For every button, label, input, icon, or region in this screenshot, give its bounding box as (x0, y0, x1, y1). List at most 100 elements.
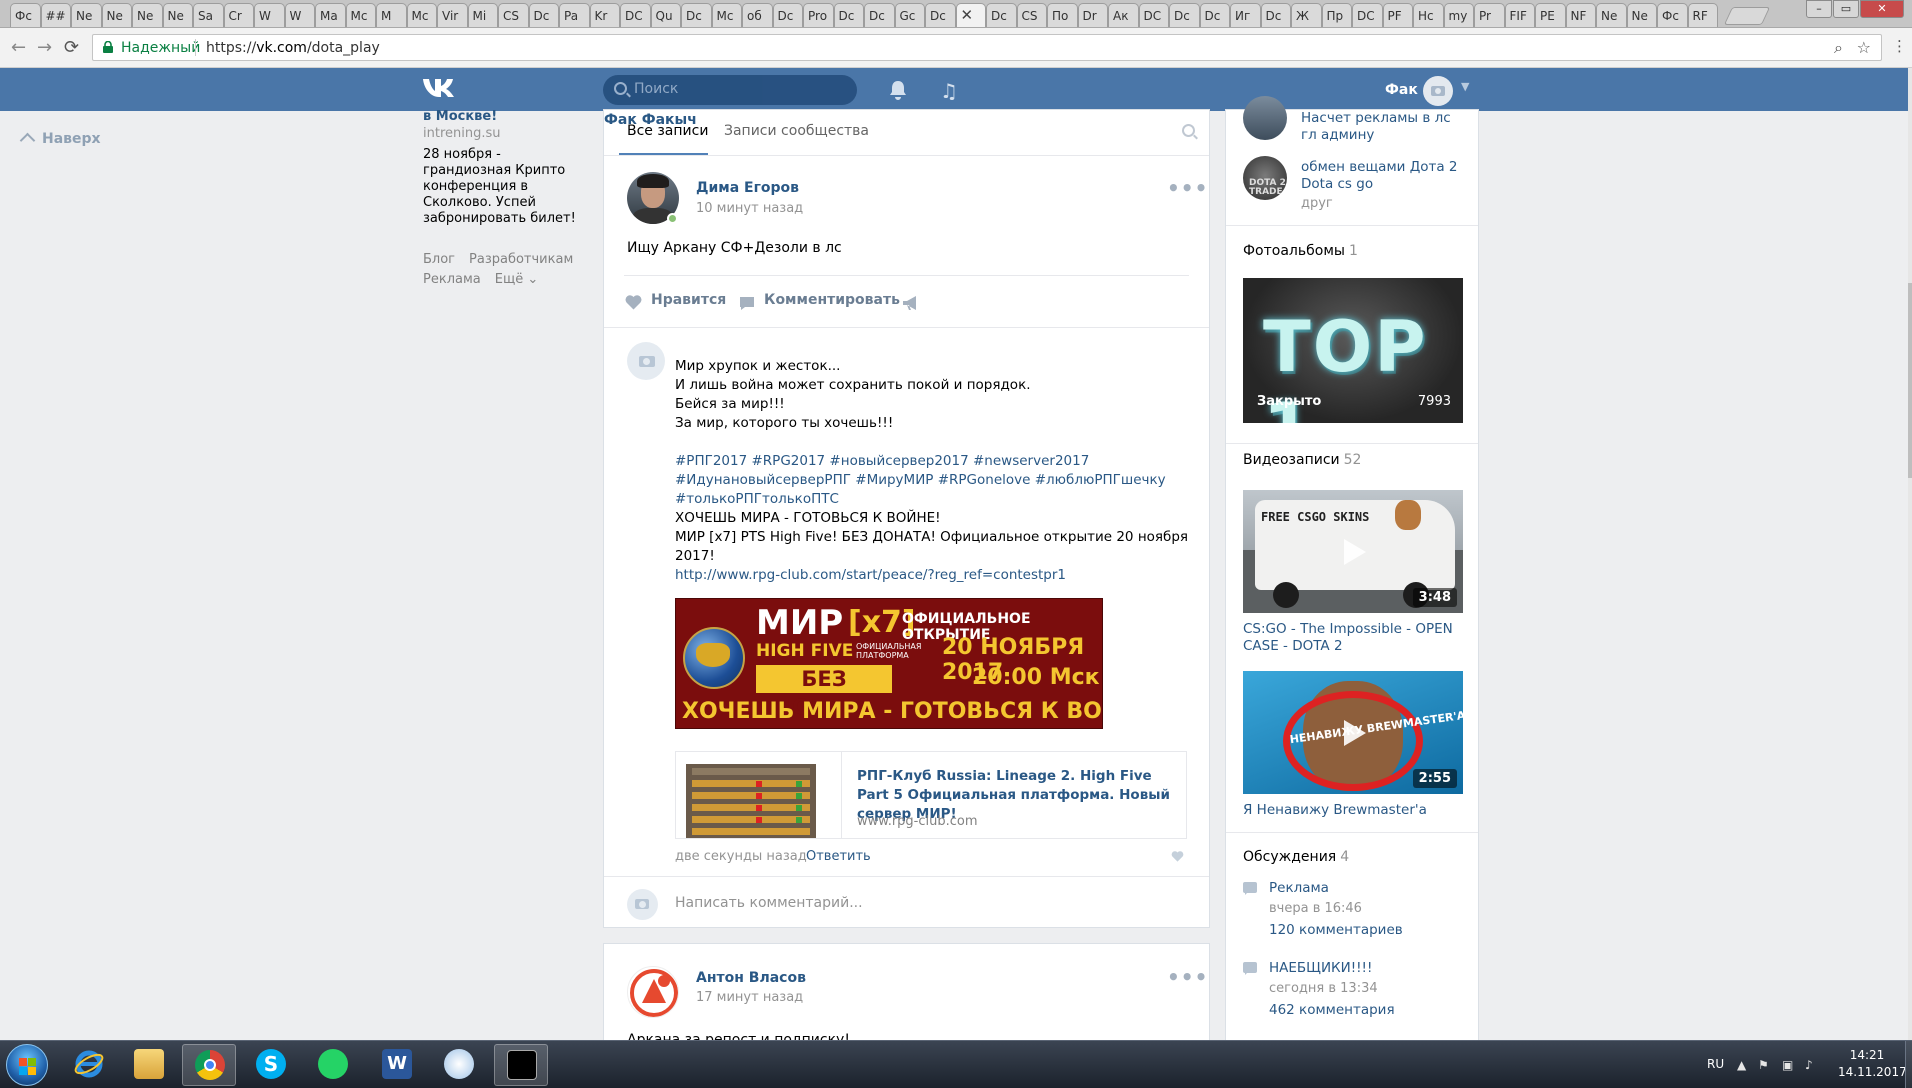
post-time[interactable]: 17 минут назад (696, 990, 803, 1005)
chevron-down-icon[interactable]: ▼ (1461, 80, 1469, 93)
cmd-button[interactable] (494, 1044, 548, 1086)
url-text[interactable]: https://vk.com/dota_play (206, 40, 380, 56)
scroll-to-top-button[interactable]: Наверх (19, 131, 101, 149)
browser-tab[interactable]: Hc (1413, 3, 1444, 27)
browser-tab[interactable]: ## (40, 3, 71, 27)
browser-tab[interactable]: RF (1687, 3, 1718, 27)
ad-title[interactable]: в Москве! (423, 109, 583, 125)
browser-tab[interactable]: Vir (437, 3, 468, 27)
post-author[interactable]: Антон Власов (696, 970, 806, 986)
browser-tab[interactable]: Dc (1169, 3, 1200, 27)
address-bar[interactable]: Надежный https://vk.com/dota_play ⌕ ☆ (92, 34, 1882, 61)
hashtag-line[interactable]: #толькоРПГтолькоПТС (675, 490, 1195, 509)
back-icon[interactable]: ← (11, 37, 26, 58)
browser-tab[interactable]: Dc (528, 3, 559, 27)
browser-tab[interactable]: Kr (589, 3, 620, 27)
browser-tab[interactable]: CS (498, 3, 529, 27)
browser-tab[interactable]: DC (1138, 3, 1169, 27)
vk-logo[interactable] (422, 76, 460, 100)
skype-button[interactable]: S (244, 1044, 298, 1086)
explorer-button[interactable] (122, 1044, 176, 1086)
tray-arrow-icon[interactable]: ▲ (1737, 1058, 1746, 1072)
browser-tab[interactable]: Dc (925, 3, 956, 27)
browser-tab[interactable]: Ак (1108, 3, 1139, 27)
browser-tab[interactable]: Dc (833, 3, 864, 27)
reload-icon[interactable]: ⟳ (64, 37, 79, 58)
whatsapp-button[interactable] (306, 1044, 360, 1086)
browser-tab[interactable]: Иг (1230, 3, 1261, 27)
hashtag-line[interactable]: #ИдунановыйсерверРПГ #МируМИР #RPGonelov… (675, 471, 1195, 490)
comment-button[interactable]: Комментировать (764, 292, 900, 308)
browser-tab[interactable]: W (254, 3, 285, 27)
show-desktop-button[interactable] (1905, 1041, 1912, 1088)
browser-tab[interactable]: Mi (467, 3, 498, 27)
menu-icon[interactable]: ⋮ (1892, 37, 1907, 55)
tab-community-posts[interactable]: Записи сообщества (724, 123, 869, 139)
comment-author-avatar[interactable] (627, 342, 665, 380)
browser-tab[interactable]: Фс (10, 3, 41, 27)
browser-tab[interactable]: Ne (101, 3, 132, 27)
browser-tab[interactable]: Dc (1199, 3, 1230, 27)
comment-time[interactable]: две секунды назад (675, 849, 807, 864)
flag-icon[interactable]: ⚑ (1758, 1058, 1769, 1072)
share-icon[interactable] (902, 295, 920, 311)
hashtag-line[interactable]: #РПГ2017 #RPG2017 #новыйсервер2017 #news… (675, 452, 1195, 471)
browser-tab[interactable]: Пр (1321, 3, 1352, 27)
bell-icon[interactable] (888, 80, 908, 100)
browser-tab[interactable]: Ne (71, 3, 102, 27)
browser-tab[interactable]: Gc (894, 3, 925, 27)
minimize-button[interactable]: – (1806, 0, 1832, 18)
video-thumbnail[interactable]: FREE CSGO SKINS 3:48 (1243, 490, 1463, 613)
albums-header[interactable]: Фотоальбомы 1 (1243, 243, 1358, 259)
browser-tab[interactable]: Mc (345, 3, 376, 27)
chrome-button[interactable] (182, 1044, 236, 1086)
browser-tab[interactable]: M (376, 3, 407, 27)
heart-icon[interactable] (625, 295, 642, 310)
browser-tab[interactable]: CS (1016, 3, 1047, 27)
browser-tab[interactable]: Pa (559, 3, 590, 27)
browser-tab[interactable]: Ne (1596, 3, 1627, 27)
link-preview-card[interactable]: РПГ-Клуб Russia: Lineage 2. High Five Pa… (675, 751, 1187, 839)
volume-icon[interactable]: ♪ (1805, 1058, 1813, 1072)
browser-tab[interactable]: Dc (772, 3, 803, 27)
browser-tab[interactable]: DC (620, 3, 651, 27)
comment-input[interactable]: Написать комментарий... (675, 895, 863, 911)
post-time[interactable]: 10 минут назад (696, 201, 803, 216)
discussion-comments[interactable]: 462 комментария (1269, 1002, 1395, 1019)
maximize-button[interactable]: ▭ (1833, 0, 1859, 18)
browser-tab[interactable]: Mc (711, 3, 742, 27)
browser-tab[interactable]: FIF (1504, 3, 1535, 27)
video-title[interactable]: CS:GO - The Impossible - OPEN CASE - DOT… (1243, 621, 1468, 655)
videos-header[interactable]: Видеозаписи 52 (1243, 452, 1361, 468)
browser-tab[interactable]: Ж (1291, 3, 1322, 27)
group-title[interactable]: обмен вещами Дота 2 Dota cs go (1301, 159, 1466, 193)
comment-icon[interactable] (739, 296, 755, 311)
video-title[interactable]: Я Ненавижу Brewmaster'a (1243, 802, 1468, 819)
avatar[interactable] (1423, 76, 1453, 106)
paint-button[interactable] (432, 1044, 486, 1086)
browser-tab[interactable]: W (284, 3, 315, 27)
new-tab-button[interactable] (1723, 7, 1771, 25)
browser-tab[interactable]: об (742, 3, 773, 27)
browser-tab[interactable]: Pr (1474, 3, 1505, 27)
footer-link-ads[interactable]: Реклама (423, 272, 481, 287)
word-button[interactable]: W (370, 1044, 424, 1086)
browser-tab[interactable]: Ne (1626, 3, 1657, 27)
footer-link-blog[interactable]: Блог (423, 252, 455, 267)
scroll-thumb[interactable] (1908, 283, 1912, 478)
browser-tab[interactable]: Mc (406, 3, 437, 27)
footer-link-developers[interactable]: Разработчикам (469, 252, 573, 267)
browser-tab[interactable]: Sa (193, 3, 224, 27)
bookmark-star-icon[interactable]: ☆ (1857, 38, 1871, 57)
user-name[interactable]: Фак (1385, 82, 1418, 98)
post-menu-icon[interactable]: ••• (1167, 965, 1208, 989)
browser-tab[interactable]: my (1443, 3, 1474, 27)
internet-explorer-button[interactable] (62, 1044, 116, 1086)
browser-tab[interactable]: Ne (132, 3, 163, 27)
tab-all-posts[interactable]: Все записи (627, 123, 708, 139)
clock[interactable]: 14:21 14.11.2017 (1838, 1047, 1907, 1081)
browser-tab[interactable]: PE (1535, 3, 1566, 27)
browser-tab[interactable]: Ne (162, 3, 193, 27)
browser-tab[interactable]: Dc (1260, 3, 1291, 27)
discussions-header[interactable]: Обсуждения 4 (1243, 849, 1349, 865)
